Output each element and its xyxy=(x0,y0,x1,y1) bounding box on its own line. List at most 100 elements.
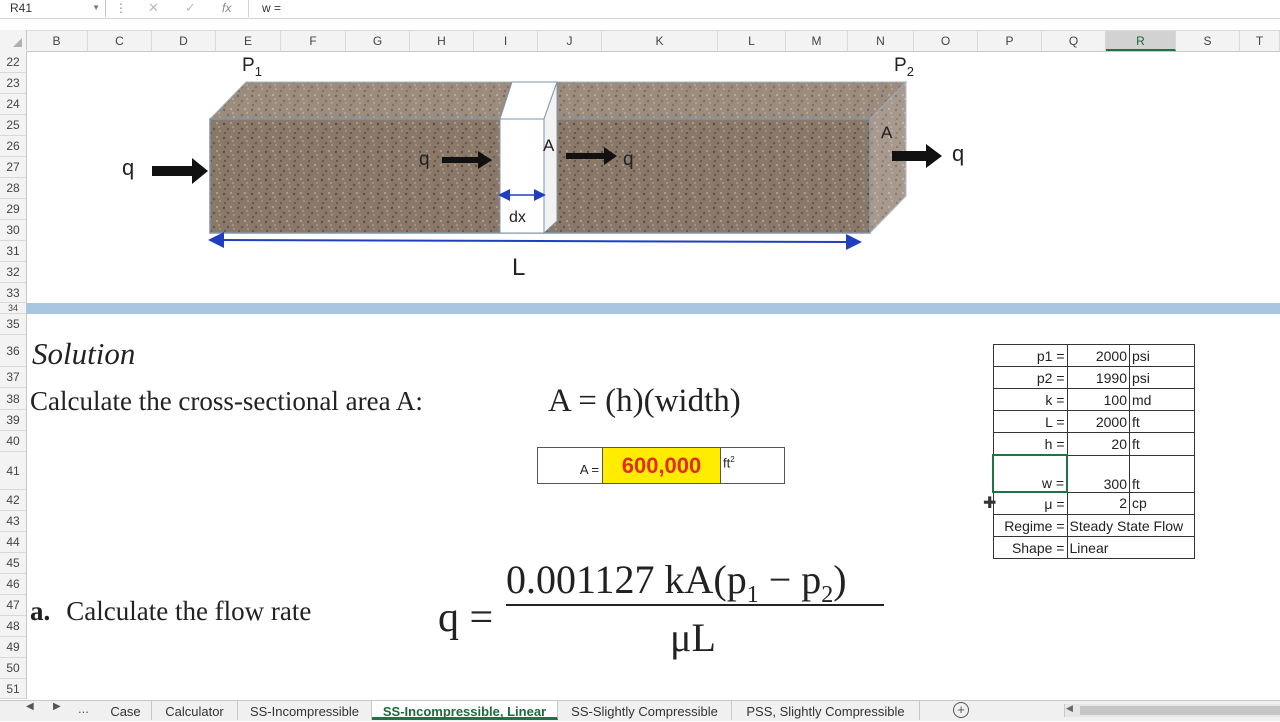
param-value[interactable]: 2 xyxy=(1066,491,1130,515)
param-label[interactable]: μ = xyxy=(992,491,1068,515)
sheet-tab[interactable]: SS-Incompressible xyxy=(238,701,372,720)
column-header-c[interactable]: C xyxy=(88,31,152,51)
param-label[interactable]: L = xyxy=(992,410,1068,433)
area-result-label[interactable]: A = xyxy=(537,462,599,477)
row-header-30[interactable]: 30 xyxy=(0,220,26,241)
sheet-tab[interactable]: Calculator xyxy=(152,701,238,720)
column-header-o[interactable]: O xyxy=(914,31,978,51)
param-label[interactable]: p2 = xyxy=(992,366,1068,389)
enter-icon[interactable]: ✓ xyxy=(185,0,196,16)
area-result-unit[interactable]: ft2 xyxy=(723,455,735,470)
column-header-s[interactable]: S xyxy=(1176,31,1240,51)
param-unit[interactable]: ft xyxy=(1129,454,1195,493)
param-value[interactable]: 100 xyxy=(1066,388,1130,411)
row-header-39[interactable]: 39 xyxy=(0,410,26,431)
formula-bar-grip-icon: ⋮ xyxy=(115,1,127,15)
inlet-arrow xyxy=(152,158,208,184)
column-header-m[interactable]: M xyxy=(786,31,848,51)
row-header-46[interactable]: 46 xyxy=(0,574,26,595)
column-header-g[interactable]: G xyxy=(346,31,410,51)
column-header-h[interactable]: H xyxy=(410,31,474,51)
column-header-b[interactable]: B xyxy=(26,31,88,51)
sheet-tab[interactable]: Case xyxy=(100,701,152,720)
param-value[interactable]: 300 xyxy=(1066,454,1130,493)
column-header-e[interactable]: E xyxy=(216,31,281,51)
cancel-icon[interactable]: ✕ xyxy=(148,0,159,16)
column-header-d[interactable]: D xyxy=(152,31,216,51)
row-header-41[interactable]: 41 xyxy=(0,452,26,490)
row-header-34[interactable]: 34 xyxy=(0,303,26,314)
param-label[interactable]: k = xyxy=(992,388,1068,411)
row-header-29[interactable]: 29 xyxy=(0,199,26,220)
sheet-tab[interactable]: PSS, Slightly Compressible xyxy=(732,701,920,720)
param-unit[interactable]: ft xyxy=(1129,410,1195,433)
column-header-k[interactable]: K xyxy=(602,31,718,51)
row-header-50[interactable]: 50 xyxy=(0,658,26,679)
chevron-down-icon[interactable]: ▼ xyxy=(92,0,100,16)
row-header-36[interactable]: 36 xyxy=(0,335,26,367)
param-label[interactable]: w = xyxy=(992,454,1068,493)
row-header-32[interactable]: 32 xyxy=(0,262,26,283)
row-header-37[interactable]: 37 xyxy=(0,367,26,388)
scrollbar-thumb[interactable] xyxy=(1080,706,1280,715)
column-header-j[interactable]: J xyxy=(538,31,602,51)
column-header-p[interactable]: P xyxy=(978,31,1042,51)
row-header-44[interactable]: 44 xyxy=(0,532,26,553)
row-header-33[interactable]: 33 xyxy=(0,283,26,303)
param-value[interactable]: Linear xyxy=(1066,536,1195,559)
column-header-q[interactable]: Q xyxy=(1042,31,1106,51)
row-header-25[interactable]: 25 xyxy=(0,115,26,136)
column-header-l[interactable]: L xyxy=(718,31,786,51)
name-box[interactable]: R41 ▼ xyxy=(0,0,106,17)
row-header-47[interactable]: 47 xyxy=(0,595,26,616)
param-unit[interactable]: ft xyxy=(1129,432,1195,456)
insert-function-icon[interactable]: fx xyxy=(222,0,231,16)
prev-sheet-icon[interactable]: ◀ xyxy=(26,701,34,712)
row-header-35[interactable]: 35 xyxy=(0,314,26,335)
param-unit[interactable]: psi xyxy=(1129,344,1195,367)
param-label[interactable]: p1 = xyxy=(992,344,1068,367)
add-sheet-icon[interactable]: + xyxy=(953,702,969,718)
dx-label: dx xyxy=(509,209,526,226)
next-sheet-icon[interactable]: ▶ xyxy=(53,701,61,712)
row-header-22[interactable]: 22 xyxy=(0,51,26,73)
sheet-tab[interactable]: SS-Incompressible, Linear xyxy=(372,701,558,720)
row-header-26[interactable]: 26 xyxy=(0,136,26,157)
param-value[interactable]: 20 xyxy=(1066,432,1130,456)
row-header-49[interactable]: 49 xyxy=(0,637,26,658)
row-header-40[interactable]: 40 xyxy=(0,431,26,452)
row-header-27[interactable]: 27 xyxy=(0,157,26,178)
column-header-n[interactable]: N xyxy=(848,31,914,51)
param-value[interactable]: 1990 xyxy=(1066,366,1130,389)
column-header-i[interactable]: I xyxy=(474,31,538,51)
param-unit[interactable]: md xyxy=(1129,388,1195,411)
param-value[interactable]: 2000 xyxy=(1066,410,1130,433)
row-header-31[interactable]: 31 xyxy=(0,241,26,262)
more-sheets-button[interactable]: ... xyxy=(78,701,89,716)
q-lhs: q = xyxy=(438,595,494,641)
row-header-23[interactable]: 23 xyxy=(0,73,26,94)
row-header-28[interactable]: 28 xyxy=(0,178,26,199)
param-unit[interactable]: psi xyxy=(1129,366,1195,389)
param-label[interactable]: Shape = xyxy=(992,536,1068,559)
area-result-value[interactable]: 600,000 xyxy=(602,448,721,483)
column-header-r[interactable]: R xyxy=(1106,31,1176,51)
param-label[interactable]: h = xyxy=(992,432,1068,456)
row-header-42[interactable]: 42 xyxy=(0,490,26,511)
param-row: Regime = Steady State Flow xyxy=(992,514,1195,537)
row-header-51[interactable]: 51 xyxy=(0,679,26,699)
row-header-45[interactable]: 45 xyxy=(0,553,26,574)
param-unit[interactable]: cp xyxy=(1129,491,1195,515)
row-header-24[interactable]: 24 xyxy=(0,94,26,115)
param-label[interactable]: Regime = xyxy=(992,514,1068,537)
param-value[interactable]: 2000 xyxy=(1066,344,1130,367)
sheet-tab[interactable]: SS-Slightly Compressible xyxy=(558,701,732,720)
row-header-38[interactable]: 38 xyxy=(0,388,26,410)
param-value[interactable]: Steady State Flow xyxy=(1066,514,1195,537)
formula-input[interactable]: w = xyxy=(262,0,281,16)
column-header-t[interactable]: T xyxy=(1240,31,1280,51)
scroll-left-icon[interactable]: ◀ xyxy=(1066,703,1073,714)
row-header-48[interactable]: 48 xyxy=(0,616,26,637)
row-header-43[interactable]: 43 xyxy=(0,511,26,532)
column-header-f[interactable]: F xyxy=(281,31,346,51)
